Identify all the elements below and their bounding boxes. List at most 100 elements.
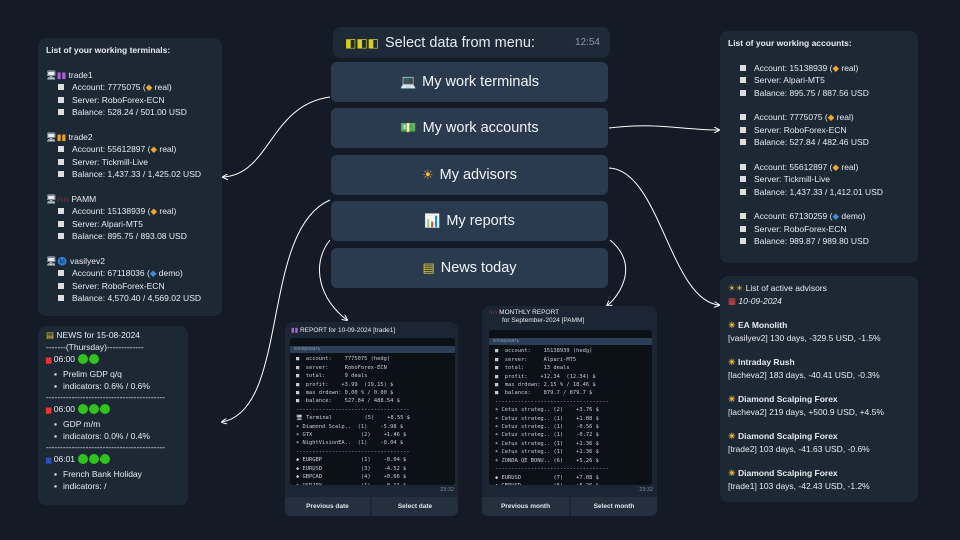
balance-line: Balance: 528.24 / 501.00 USD <box>46 106 214 119</box>
diamond-icon: ◆ <box>827 112 835 122</box>
newspaper-icon: ▤ <box>422 260 435 275</box>
copy-button[interactable]: копировать <box>489 338 652 346</box>
server-line: Server: RoboForex-ECN <box>728 124 910 137</box>
news-indicators: indicators: / <box>63 481 107 491</box>
balance-line: Balance: 527.84 / 482.46 USD <box>728 136 910 149</box>
sun-icon: ☀ <box>728 431 736 441</box>
report-line: ■ profit: +12.34 (12.34) $ <box>495 373 596 380</box>
report-line: ----------------------------------- <box>495 398 609 405</box>
advisor-detail: [trade1] 103 days, -42.43 USD, -1.2% <box>728 480 870 491</box>
report-line: ☀ Cetus strateg.. (1) +1.36 $ <box>495 440 599 447</box>
daily-report-panel: ▮▮ REPORT for 10-09-2024 [trade1] копиро… <box>285 322 458 516</box>
balance-line: Balance: 895.75 / 893.08 USD <box>46 230 214 243</box>
news-indicators: indicators: 0.0% / 0.4% <box>63 431 150 441</box>
diamond-icon: ◆ <box>149 268 157 278</box>
my-work-accounts-button[interactable]: 💵 My work accounts <box>331 108 608 148</box>
news-today-button[interactable]: ▤ News today <box>331 248 608 288</box>
eu-flag-icon: ▆ <box>46 456 52 464</box>
balance-line: Balance: 4,570.40 / 4,569.02 USD <box>46 292 214 305</box>
laptop-icon: 💻 <box>399 74 417 89</box>
impact-dot <box>78 453 89 464</box>
news-title: NEWS for 15-08-2024 <box>56 330 141 340</box>
magnet-icon: ∩∩ <box>488 309 498 316</box>
report-line: ◆ GBPCAD (4) +0.66 $ <box>296 474 407 481</box>
monitor-icon: 🖥 <box>46 131 57 142</box>
news-panel: ▤ NEWS for 15-08-2024 -------(Thursday)-… <box>38 326 188 505</box>
sun-icon: ☀ <box>728 357 736 367</box>
balance-line: Balance: 1,437.33 / 1,412.01 USD <box>728 186 910 199</box>
news-separator: ----------------------------------------… <box>46 442 165 452</box>
monthly-report-panel: ∩∩ MONTHLY REPORT for September-2024 [PAM… <box>482 306 657 516</box>
impact-dot <box>89 403 100 414</box>
monitor-icon: 🖥 <box>46 255 57 266</box>
terminals-panel: List of your working terminals: 🖥▮▮ trad… <box>38 38 222 316</box>
calendar-icon: ▦ <box>728 295 737 306</box>
monthly-report-code: копировать ■ account: 15138939 (hedg) ■ se… <box>489 330 652 485</box>
my-reports-button[interactable]: 📊 My reports <box>331 201 608 241</box>
sun-icon: ☀ <box>421 167 434 182</box>
report-line: ☀ Cetus strateg.. (1) +1.88 $ <box>495 415 599 422</box>
diamond-icon: ◆ <box>832 62 839 73</box>
advisors-date: 10-09-2024 <box>738 295 782 306</box>
account-line: Account: 7775075 (◆ real) <box>46 81 214 94</box>
accounts-title: List of your working accounts: <box>728 38 852 48</box>
server-line: Server: Alpari-MT5 <box>728 74 910 87</box>
impact-dot <box>78 403 89 414</box>
diamond-icon: ◆ <box>832 161 839 172</box>
advisor-name: ☀ EA Monolith <box>728 320 788 330</box>
report-icon: ▮▮ <box>291 327 299 334</box>
report-line: 🖥 Terminal (5) +8.55 $ <box>296 415 410 422</box>
sun-icon: ☀ <box>728 468 736 478</box>
advisor-detail: [vasilyev2] 130 days, -329.5 USD, -1.5% <box>728 332 881 343</box>
copy-button[interactable]: копировать <box>290 346 455 354</box>
report-line: ◆ GBPUSD (6) +5.26 $ <box>495 482 652 485</box>
impact-dot <box>78 353 89 364</box>
daily-report-time: 23:32 <box>440 487 454 493</box>
report-line: ◆ EURUSD (7) +7.08 $ <box>495 474 599 481</box>
news-indicators: indicators: 0.6% / 0.6% <box>63 381 150 391</box>
terminal-item: 🖥∩∩ PAMM <box>46 193 97 204</box>
report-line: ■ total: 9 deals <box>296 373 368 380</box>
advisor-detail: [trade2] 103 days, -41.63 USD, -0.6% <box>728 443 870 454</box>
server-line: Server: RoboForex-ECN <box>46 94 214 107</box>
daily-report-title: REPORT for 10-09-2024 [trade1] <box>299 327 396 334</box>
report-line: ◆ USDJPY (1) -0.11 $ <box>296 482 455 486</box>
impact-dot <box>100 403 111 414</box>
balance-line: Balance: 989.87 / 989.80 USD <box>728 235 910 248</box>
previous-date-button[interactable]: Previous date <box>285 497 370 516</box>
monthly-report-subtitle: for September-2024 [PAMM] <box>502 317 585 324</box>
newspaper-icon: ▤ <box>46 330 55 340</box>
report-line: ■ total: 13 deals <box>495 365 570 372</box>
advisor-name: ☀ Diamond Scalping Forex <box>728 468 838 478</box>
advisor-detail: [lacheva2] 183 days, -40.41 USD, -0.3% <box>728 369 880 380</box>
impact-dot <box>89 453 100 464</box>
money-icon: 💵 <box>400 120 417 135</box>
balance-line: Balance: 1,437.33 / 1,425.02 USD <box>46 168 214 181</box>
my-work-terminals-button[interactable]: 💻 My work terminals <box>331 62 608 102</box>
select-month-button[interactable]: Select month <box>571 497 657 516</box>
uk-flag-icon: ▆ <box>46 356 52 364</box>
account-line: Account: 67130259 (◆ demo) <box>728 210 910 223</box>
news-event: Prelim GDP q/q <box>63 368 122 379</box>
server-line: Server: Tickmill-Live <box>728 173 910 186</box>
impact-dot <box>89 353 100 364</box>
uk-flag-icon: ▆ <box>46 406 52 414</box>
report-line: ■ server: Alpari-MT5 <box>495 356 577 363</box>
report-line: ☀ Cetus strateg.. (2) +3.76 $ <box>495 407 599 414</box>
impact-dot <box>100 453 111 464</box>
server-line: Server: Alpari-MT5 <box>46 218 214 231</box>
account-line: Account: 15138939 (◆ real) <box>46 205 214 218</box>
report-line: ☀ ZONDA QE BONU.. (6) +5.26 $ <box>495 457 599 464</box>
monthly-report-time: 23:32 <box>639 487 653 493</box>
previous-month-button[interactable]: Previous month <box>482 497 569 516</box>
report-line: ■ max drdown: 2.15 % / 18.46 $ <box>495 382 596 389</box>
select-date-button[interactable]: Select date <box>372 497 458 516</box>
diamond-icon: ◆ <box>832 211 839 221</box>
terminal-item: 🖥▮▮ trade2 <box>46 131 93 142</box>
diamond-icon: ◆ <box>150 206 157 216</box>
report-line: ----------------------------------- <box>296 406 410 413</box>
server-line: Server: RoboForex-ECN <box>46 280 214 293</box>
news-separator: ----------------------------------------… <box>46 392 165 402</box>
menu-time: 12:54 <box>574 37 600 48</box>
my-advisors-button[interactable]: ☀ My advisors <box>331 155 608 195</box>
